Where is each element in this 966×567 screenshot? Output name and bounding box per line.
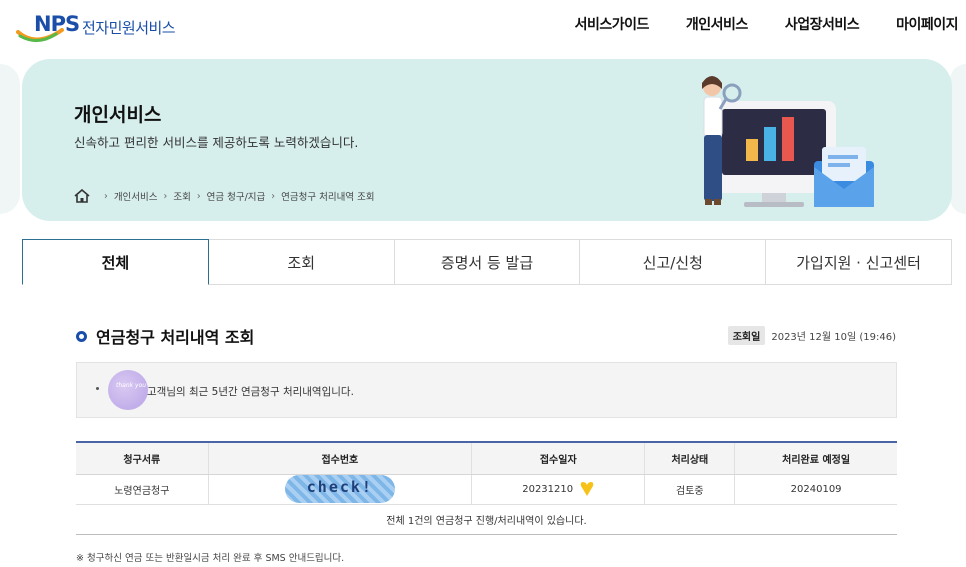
nav-service-guide[interactable]: 서비스가이드 [575,14,650,34]
notice-message: 고객님의 최근 5년간 연금청구 처리내역입니다. [147,386,354,398]
breadcrumb-item-inquiry[interactable]: 조회 [173,189,190,203]
section-title: 연금청구 처리내역 조회 [76,324,254,348]
nav-personal-service[interactable]: 개인서비스 [686,14,748,34]
chevron-right-icon: › [104,190,108,202]
nps-logo-mark: NPS [16,10,82,44]
cell-document: 노령연금청구 [76,474,209,505]
logo-service-name: 전자민원서비스 [82,18,176,37]
tab-inquiry[interactable]: 조회 [208,239,395,285]
footnote: ※ 청구하신 연금 또는 반환일시금 처리 완료 후 SMS 안내드립니다. [76,553,345,564]
cell-receipt-date: 20231210 [471,474,645,505]
claim-history-table: 청구서류 접수번호 접수일자 처리상태 처리완료 예정일 노령연금청구 chec… [76,441,897,535]
inquiry-date-label: 조회일 [727,326,766,345]
banner-decor-left [0,64,20,214]
circle-bullet-icon [76,330,87,342]
tab-report-apply[interactable]: 신고/신청 [580,239,767,285]
heart-icon [581,482,594,496]
global-nav: 서비스가이드 개인서비스 사업장서비스 마이페이지 [538,14,959,34]
notice-box: thank you 고객님의 최근 5년간 연금청구 처리내역입니다. [76,362,897,418]
breadcrumb: › 개인서비스 › 조회 › 연금 청구/지급 › 연금청구 처리내역 조회 [74,189,375,203]
nps-logo[interactable]: NPS 전자민원서비스 [16,10,176,44]
col-document: 청구서류 [76,441,209,475]
nav-my-page[interactable]: 마이페이지 [896,14,958,34]
chevron-right-icon: › [196,190,201,202]
banner-decor-right [950,64,966,214]
banner-illustration [702,76,874,207]
cell-expected-date: 20240109 [734,474,897,505]
check-sticker-text: check! [306,478,373,496]
page-banner: 개인서비스 신속하고 편리한 서비스를 제공하도록 노력하겠습니다. › 개인서… [22,59,952,221]
cell-status: 검토중 [644,474,735,505]
section-title-text: 연금청구 처리내역 조회 [96,328,255,347]
inquiry-date-value: 2023년 12월 10일 (19:46) [771,332,896,343]
category-tabs: 전체 조회 증명서 등 발급 신고/신청 가입지원 · 신고센터 [22,239,952,285]
logo-brand: NPS [34,12,80,36]
chevron-right-icon: › [163,190,168,202]
nav-business-service[interactable]: 사업장서비스 [785,14,860,34]
breadcrumb-item-current: 연금청구 처리내역 조회 [281,192,375,203]
cell-receipt-number: check! [207,474,472,505]
col-receipt-number: 접수번호 [207,441,472,475]
breadcrumb-item-pension-claim[interactable]: 연금 청구/지급 [207,189,266,203]
check-sticker: check! [284,475,395,503]
page-title: 개인서비스 [74,104,162,126]
breadcrumb-item-personal[interactable]: 개인서비스 [114,189,158,203]
page-subtitle: 신속하고 편리한 서비스를 제공하도록 노력하겠습니다. [74,135,359,150]
site-header: NPS 전자민원서비스 서비스가이드 개인서비스 사업장서비스 마이페이지 [0,0,966,50]
tab-support-center[interactable]: 가입지원 · 신고센터 [766,239,952,285]
tab-certificate[interactable]: 증명서 등 발급 [394,239,581,285]
col-receipt-date: 접수일자 [471,441,645,475]
col-expected-date: 처리완료 예정일 [734,441,897,475]
inquiry-date: 조회일 2023년 12월 10일 (19:46) [727,326,896,345]
table-summary: 전체 1건의 연금청구 진행/처리내역이 있습니다. [76,504,897,535]
table-row: 노령연금청구 check! 20231210 검토중 20240109 [76,474,897,505]
chevron-right-icon: › [271,190,276,202]
home-icon[interactable] [74,189,90,203]
table-summary-row: 전체 1건의 연금청구 진행/처리내역이 있습니다. [76,504,897,535]
name-mask-sticker: thank you [108,370,148,410]
table-header-row: 청구서류 접수번호 접수일자 처리상태 처리완료 예정일 [76,441,897,475]
receipt-date-value: 20231210 [522,484,574,495]
tab-all[interactable]: 전체 [22,239,209,285]
bullet-icon [96,387,99,390]
col-status: 처리상태 [644,441,735,475]
